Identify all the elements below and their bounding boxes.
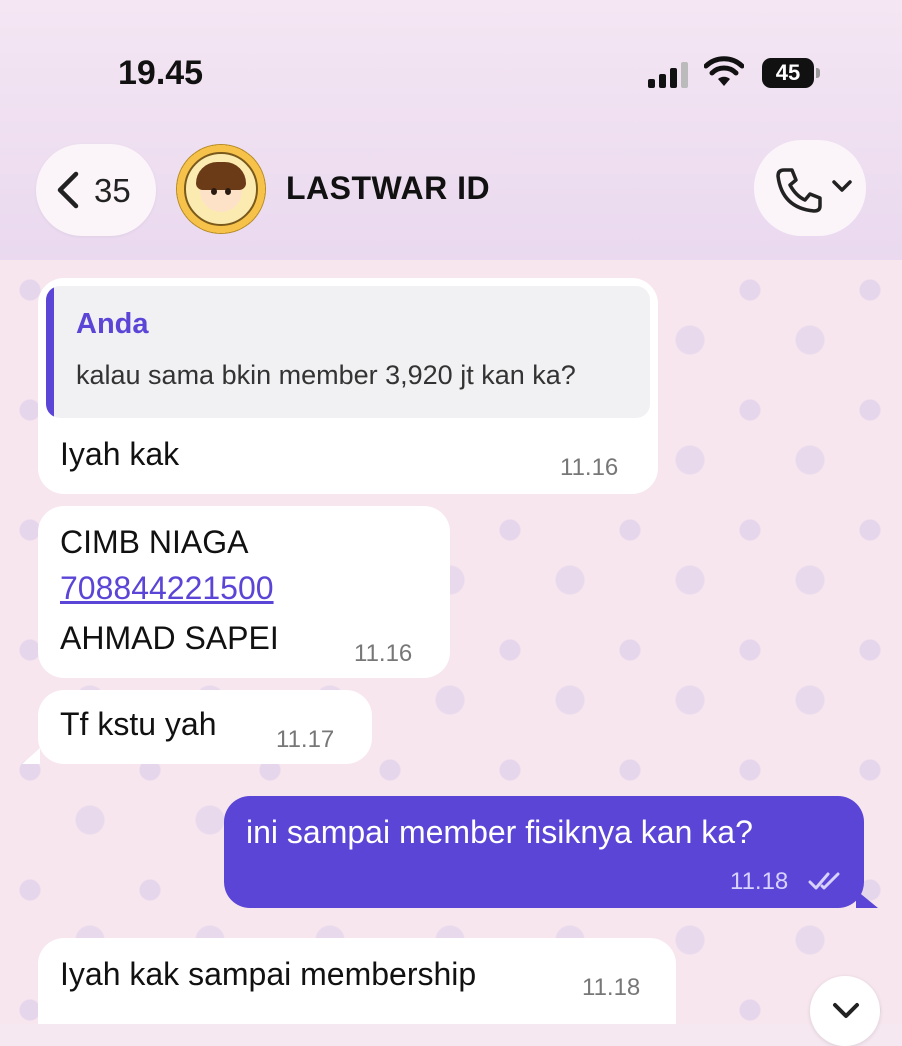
account-number-link[interactable]: 708844221500 [60,570,274,607]
message-line: CIMB NIAGA [60,524,249,560]
message-time: 11.18 [730,868,789,895]
chevron-down-icon [832,180,852,192]
back-chevron-icon [57,171,79,209]
message-bubble-incoming[interactable]: CIMB NIAGA 708844221500 AHMAD SAPEI 11.1… [38,506,450,678]
chat-header: 19.45 45 35 LASTWAR ID [0,0,902,262]
double-check-icon [808,872,840,890]
bubble-tail [856,890,878,908]
unread-count: 35 [94,172,131,209]
bubble-tail [22,748,40,764]
phone-icon [776,168,822,213]
message-text: Tf kstu yah [60,706,217,742]
quoted-message[interactable]: Anda kalau sama bkin member 3,920 jt kan… [46,286,650,418]
message-time: 11.16 [560,454,619,481]
message-text: ini sampai member fisiknya kan ka? [246,814,753,850]
message-bubble-incoming[interactable]: Iyah kak sampai membership 11.18 [38,938,676,1024]
message-bubble-incoming[interactable]: Tf kstu yah 11.17 [38,690,372,764]
message-text: Iyah kak sampai membership [60,956,477,992]
chevron-down-icon [833,1003,859,1018]
back-button[interactable]: 35 [36,144,156,236]
contact-name[interactable]: LASTWAR ID [286,170,490,207]
message-text: Iyah kak [60,436,180,472]
message-bubble-outgoing[interactable]: ini sampai member fisiknya kan ka? 11.18 [224,796,864,908]
status-time: 19.45 [118,54,204,92]
scroll-to-bottom-button[interactable] [810,976,880,1046]
quote-author: Anda [76,308,149,340]
message-time: 11.17 [276,726,335,753]
message-line: AHMAD SAPEI [60,620,279,656]
signal-icon [648,60,690,88]
message-bubble-incoming[interactable]: Anda kalau sama bkin member 3,920 jt kan… [38,278,658,494]
call-button[interactable] [754,140,866,236]
battery-icon: 45 [762,58,820,88]
battery-level: 45 [775,60,801,85]
avatar[interactable] [176,144,266,234]
quote-text: kalau sama bkin member 3,920 jt kan ka? [76,360,576,390]
message-time: 11.16 [354,640,413,667]
message-time: 11.18 [582,974,641,1001]
wifi-icon [704,56,744,86]
